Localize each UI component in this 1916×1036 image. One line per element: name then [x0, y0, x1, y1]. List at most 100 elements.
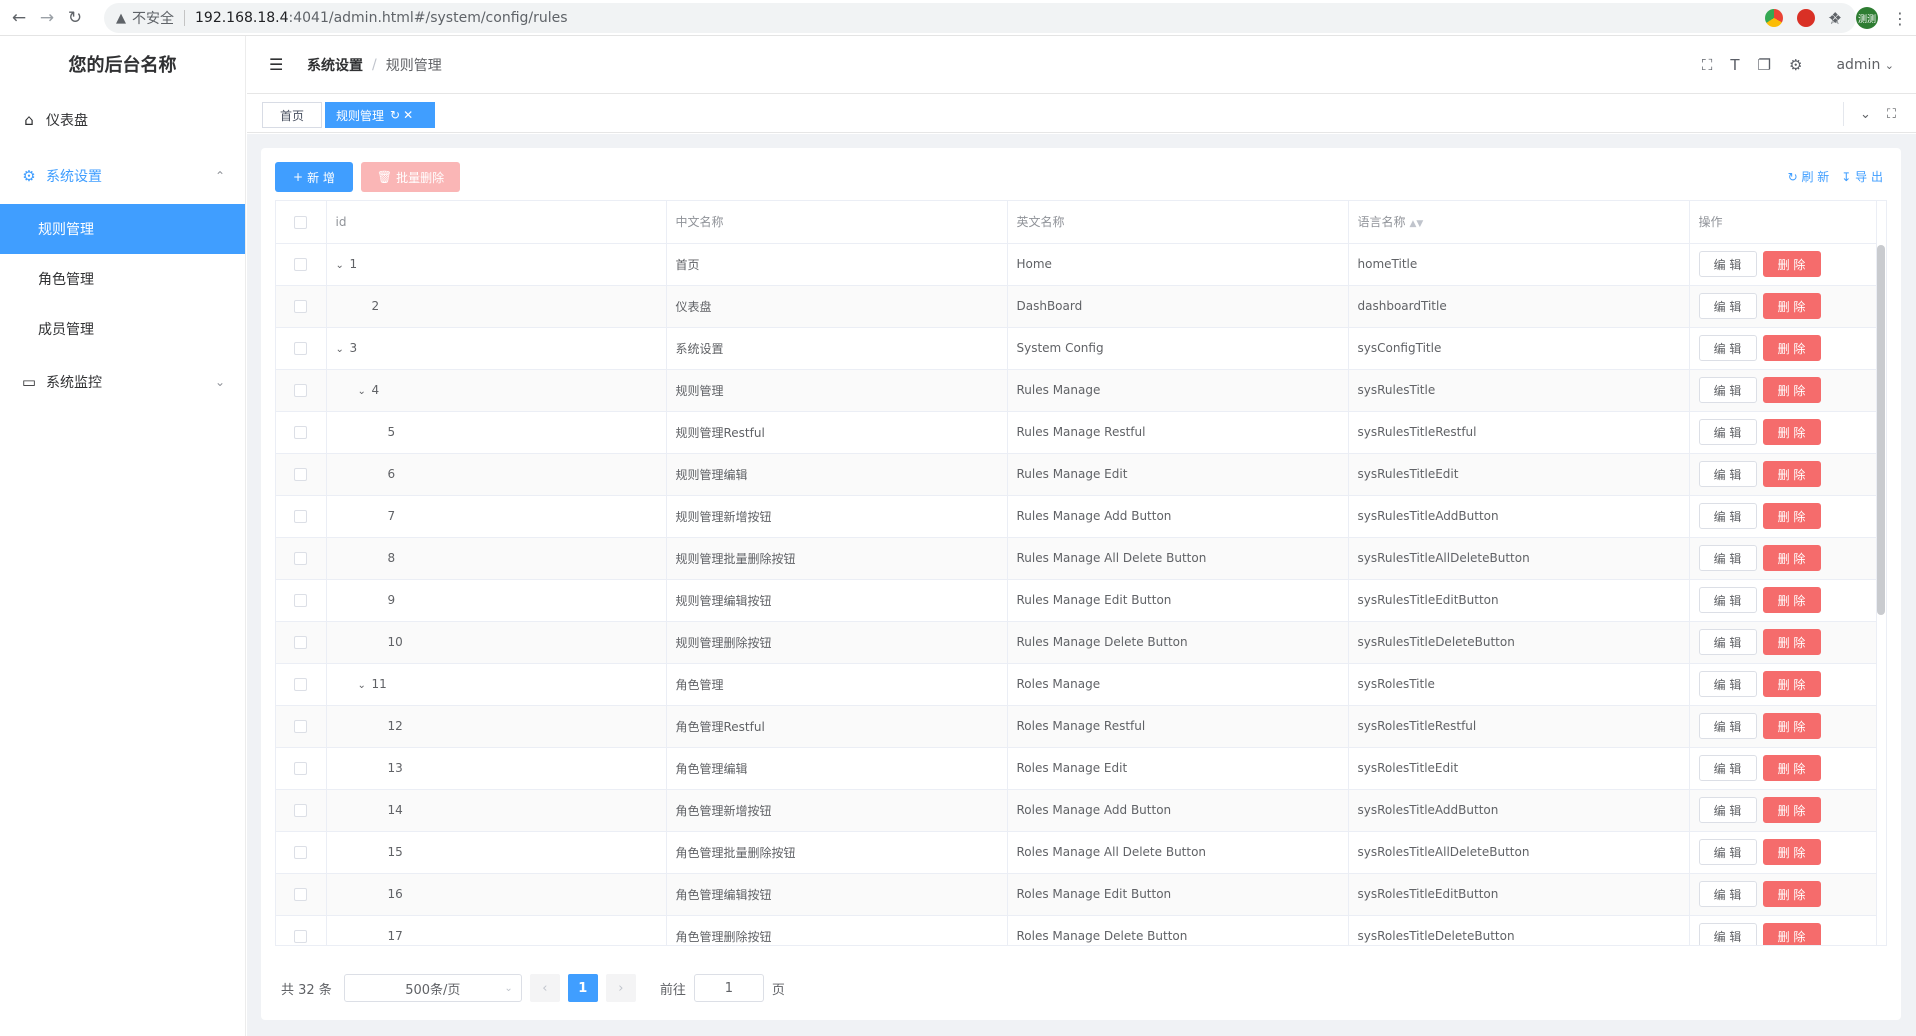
edit-button[interactable]: 编 辑: [1698, 377, 1757, 403]
edit-button[interactable]: 编 辑: [1698, 251, 1757, 277]
export-button[interactable]: ↧ 导 出: [1841, 168, 1883, 185]
edit-button[interactable]: 编 辑: [1698, 587, 1757, 613]
row-checkbox[interactable]: [294, 846, 308, 859]
row-checkbox[interactable]: [294, 384, 308, 397]
edit-button[interactable]: 编 辑: [1698, 671, 1757, 697]
edit-button[interactable]: 编 辑: [1698, 713, 1757, 739]
row-checkbox[interactable]: [294, 888, 308, 901]
font-size-icon[interactable]: T: [1730, 56, 1739, 74]
puzzle-icon[interactable]: ❖: [1829, 9, 1842, 27]
expand-arrow-icon[interactable]: ⌄: [336, 260, 350, 271]
prev-page-button[interactable]: ‹: [529, 974, 560, 1002]
tag-home[interactable]: 首页: [262, 102, 322, 128]
add-button[interactable]: + 新 增: [275, 162, 353, 192]
column-header-lang-name[interactable]: 语言名称 ▲▼: [1348, 201, 1690, 244]
next-page-button[interactable]: ›: [605, 974, 636, 1002]
gear-icon[interactable]: ⚙: [1789, 56, 1802, 74]
edit-button[interactable]: 编 辑: [1698, 839, 1757, 865]
browser-menu-icon[interactable]: ⋮: [1892, 9, 1908, 28]
row-checkbox[interactable]: [294, 678, 308, 691]
delete-button[interactable]: 删 除: [1762, 503, 1821, 529]
row-checkbox[interactable]: [294, 636, 308, 649]
row-checkbox[interactable]: [294, 426, 308, 439]
row-checkbox[interactable]: [294, 342, 308, 355]
edit-button[interactable]: 编 辑: [1698, 335, 1757, 361]
row-checkbox[interactable]: [294, 594, 308, 607]
delete-button[interactable]: 删 除: [1762, 545, 1821, 571]
fullscreen-icon[interactable]: ⛶: [1887, 107, 1896, 122]
select-all-checkbox[interactable]: [294, 215, 308, 229]
back-icon[interactable]: ←: [6, 5, 32, 31]
cell-id: ⌄ 3: [326, 327, 667, 370]
chevron-down-icon[interactable]: ⌄: [1860, 107, 1871, 122]
sidebar-item-dashboard[interactable]: ⌂ 仪表盘: [0, 92, 245, 148]
sidebar-item-roles[interactable]: 角色管理: [0, 254, 245, 304]
close-icon[interactable]: ✕: [403, 108, 413, 122]
delete-button[interactable]: 删 除: [1762, 293, 1821, 319]
cell-en-name: Roles Manage All Delete Button: [1007, 831, 1349, 874]
refresh-icon[interactable]: ↻: [390, 108, 400, 122]
address-bar[interactable]: ▲ 不安全 192.168.18.4:4041/admin.html#/syst…: [104, 3, 1856, 33]
chevron-up-icon: ⌃: [214, 169, 225, 183]
delete-button[interactable]: 删 除: [1762, 839, 1821, 865]
delete-button[interactable]: 删 除: [1762, 629, 1821, 655]
delete-button[interactable]: 删 除: [1762, 587, 1821, 613]
cell-en-name: Rules Manage Add Button: [1007, 495, 1349, 538]
delete-button[interactable]: 删 除: [1762, 755, 1821, 781]
delete-button[interactable]: 删 除: [1762, 335, 1821, 361]
sidebar-item-members[interactable]: 成员管理: [0, 304, 245, 354]
row-checkbox[interactable]: [294, 930, 308, 943]
sidebar-item-system-settings[interactable]: ⚙ 系统设置 ⌃: [0, 148, 245, 204]
sort-icon[interactable]: ▲▼: [1410, 219, 1424, 229]
delete-button[interactable]: 删 除: [1762, 797, 1821, 823]
batch-delete-button[interactable]: 🗑 批量删除: [361, 162, 460, 192]
expand-arrow-icon[interactable]: ⌄: [336, 344, 350, 355]
row-checkbox[interactable]: [294, 258, 308, 271]
row-checkbox[interactable]: [294, 552, 308, 565]
refresh-button[interactable]: ↻ 刷 新: [1788, 168, 1830, 185]
user-menu[interactable]: admin ⌄: [1836, 57, 1894, 73]
table-scrollbar[interactable]: [1877, 245, 1885, 615]
delete-button[interactable]: 删 除: [1762, 461, 1821, 487]
profile-avatar[interactable]: 测测: [1856, 7, 1878, 29]
row-checkbox[interactable]: [294, 720, 308, 733]
goto-page-input[interactable]: 1: [693, 974, 764, 1002]
delete-button[interactable]: 删 除: [1762, 923, 1821, 945]
expand-arrow-icon[interactable]: ⌄: [358, 680, 372, 691]
edit-button[interactable]: 编 辑: [1698, 503, 1757, 529]
hamburger-icon[interactable]: ☰: [269, 55, 287, 74]
forward-icon[interactable]: →: [34, 5, 60, 31]
copy-window-icon[interactable]: ❐: [1758, 56, 1771, 74]
edit-button[interactable]: 编 辑: [1698, 419, 1757, 445]
delete-button[interactable]: 删 除: [1762, 671, 1821, 697]
page-size-select[interactable]: 500条/页 ⌄: [343, 974, 522, 1002]
expand-arrow-icon[interactable]: ⌄: [358, 386, 372, 397]
sidebar-item-system-monitor[interactable]: ▭ 系统监控 ⌄: [0, 354, 245, 410]
edit-button[interactable]: 编 辑: [1698, 923, 1757, 945]
row-checkbox[interactable]: [294, 510, 308, 523]
tag-rules[interactable]: 规则管理 ↻ ✕: [325, 102, 435, 128]
delete-button[interactable]: 删 除: [1762, 251, 1821, 277]
edit-button[interactable]: 编 辑: [1698, 629, 1757, 655]
edit-button[interactable]: 编 辑: [1698, 461, 1757, 487]
row-checkbox[interactable]: [294, 468, 308, 481]
row-checkbox[interactable]: [294, 762, 308, 775]
breadcrumb-item[interactable]: 系统设置: [307, 55, 363, 75]
row-checkbox[interactable]: [294, 804, 308, 817]
edit-button[interactable]: 编 辑: [1698, 881, 1757, 907]
delete-button[interactable]: 删 除: [1762, 713, 1821, 739]
sidebar-item-rules[interactable]: 规则管理: [0, 204, 245, 254]
page-number-current[interactable]: 1: [567, 974, 598, 1002]
edit-button[interactable]: 编 辑: [1698, 755, 1757, 781]
edit-button[interactable]: 编 辑: [1698, 545, 1757, 571]
delete-button[interactable]: 删 除: [1762, 377, 1821, 403]
delete-button[interactable]: 删 除: [1762, 419, 1821, 445]
reload-icon[interactable]: ↻: [62, 5, 88, 31]
edit-button[interactable]: 编 辑: [1698, 797, 1757, 823]
edit-button[interactable]: 编 辑: [1698, 293, 1757, 319]
adblock-extension-icon[interactable]: [1796, 9, 1815, 27]
delete-button[interactable]: 删 除: [1762, 881, 1821, 907]
fullscreen-icon[interactable]: ⛶: [1702, 56, 1713, 74]
chrome-extension-icon[interactable]: [1764, 9, 1783, 27]
row-checkbox[interactable]: [294, 300, 308, 313]
